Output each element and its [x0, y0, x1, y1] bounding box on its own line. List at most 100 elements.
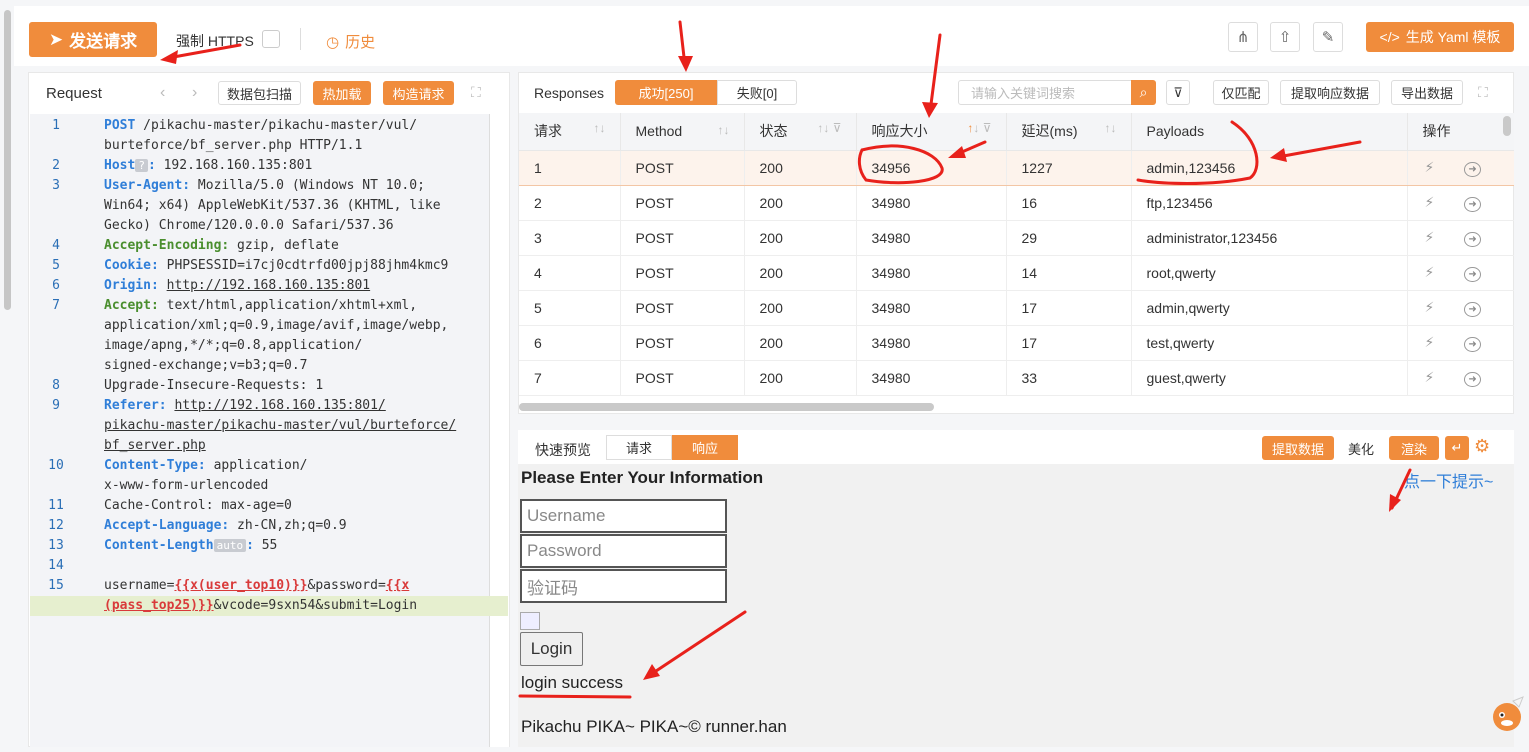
- lightning-icon[interactable]: ⚡: [1425, 229, 1435, 245]
- username-field[interactable]: Username: [520, 499, 727, 533]
- table-row[interactable]: 7 POST 200 34980 33 guest,qwerty ⚡ ➜: [519, 360, 1514, 396]
- code-line[interactable]: 8 Upgrade-Insecure-Requests: 1: [30, 376, 508, 396]
- tab-response[interactable]: 响应: [672, 435, 738, 460]
- table-row[interactable]: 3 POST 200 34980 29 administrator,123456 ⚡ ➜: [519, 220, 1514, 256]
- code-line[interactable]: 3 User-Agent: Mozilla/5.0 (Windows NT 10.…: [30, 176, 508, 196]
- code-line[interactable]: 9 Referer: http://192.168.160.135:801/: [30, 396, 508, 416]
- extract-response-button[interactable]: 提取响应数据: [1280, 80, 1380, 105]
- code-line[interactable]: 10 Content-Type: application/: [30, 456, 508, 476]
- code-token: application/xml;q=0.9,image/avif,image/w…: [104, 318, 449, 333]
- page-scrollbar[interactable]: [4, 10, 11, 310]
- table-row[interactable]: 4 POST 200 34980 14 root,qwerty ⚡ ➜: [519, 255, 1514, 291]
- packet-scan-button[interactable]: 数据包扫描: [218, 81, 301, 105]
- line-number: [30, 356, 82, 376]
- code-line[interactable]: 1 POST /pikachu-master/pikachu-master/vul…: [30, 116, 508, 136]
- code-token: Referer:: [104, 398, 167, 413]
- beautify-button[interactable]: 美化: [1338, 436, 1384, 460]
- code-line[interactable]: Gecko) Chrome/120.0.0.0 Safari/537.36: [30, 216, 508, 236]
- render-button[interactable]: 渲染: [1389, 436, 1439, 460]
- lightning-icon[interactable]: ⚡: [1425, 194, 1435, 210]
- go-icon[interactable]: ➜: [1464, 302, 1481, 317]
- col-delay[interactable]: 延迟(ms) ↑↓: [1006, 113, 1132, 151]
- go-icon[interactable]: ➜: [1464, 162, 1481, 177]
- table-row[interactable]: 6 POST 200 34980 17 test,qwerty ⚡ ➜: [519, 325, 1514, 361]
- code-line[interactable]: 13 Content-Length auto: 55: [30, 536, 508, 556]
- code-line[interactable]: 14: [30, 556, 508, 576]
- edit-icon[interactable]: ✎: [1313, 22, 1343, 52]
- expand-icon[interactable]: ⛶: [1478, 84, 1488, 101]
- hot-load-button[interactable]: 热加载: [313, 81, 371, 105]
- line-content: Gecko) Chrome/120.0.0.0 Safari/537.36: [82, 216, 508, 236]
- code-line[interactable]: 2 Host?: 192.168.160.135:801: [30, 156, 508, 176]
- line-number: 9: [52, 398, 60, 413]
- expand-icon[interactable]: ⛶: [471, 84, 481, 101]
- code-line[interactable]: 5 Cookie: PHPSESSID=i7cj0cdtrfd00jpj88jhm…: [30, 256, 508, 276]
- col-payloads: Payloads: [1131, 113, 1408, 151]
- lightning-icon[interactable]: ⚡: [1425, 264, 1435, 280]
- vcode-field[interactable]: 验证码: [520, 569, 727, 603]
- code-line[interactable]: 7 Accept: text/html,application/xhtml+xml…: [30, 296, 508, 316]
- code-line[interactable]: Win64; x64) AppleWebKit/537.36 (KHTML, l…: [30, 196, 508, 216]
- go-icon[interactable]: ➜: [1464, 337, 1481, 352]
- go-icon[interactable]: ➜: [1464, 232, 1481, 247]
- code-line[interactable]: x-www-form-urlencoded: [30, 476, 508, 496]
- history-button[interactable]: ◷ 历史: [326, 31, 375, 52]
- col-size[interactable]: 响应大小 ↑↓ ⊽: [856, 113, 1007, 151]
- lightning-icon[interactable]: ⚡: [1425, 369, 1435, 385]
- wrap-icon[interactable]: ↵: [1445, 436, 1469, 460]
- line-number: [30, 196, 82, 216]
- table-row[interactable]: 1 POST 200 34956 1227 admin,123456 ⚡ ➜: [519, 149, 1514, 186]
- request-code[interactable]: 1 POST /pikachu-master/pikachu-master/vul…: [30, 116, 508, 616]
- go-icon[interactable]: ➜: [1464, 372, 1481, 387]
- filter-icon[interactable]: ⊽: [1166, 80, 1190, 105]
- go-icon[interactable]: ➜: [1464, 267, 1481, 282]
- cell-actions: ⚡ ➜: [1407, 325, 1514, 361]
- go-icon[interactable]: ➜: [1464, 197, 1481, 212]
- gear-icon[interactable]: ⚙: [1474, 436, 1490, 457]
- code-line[interactable]: pikachu-master/pikachu-master/vul/burtef…: [30, 416, 508, 436]
- force-https-checkbox[interactable]: [262, 30, 280, 48]
- export-data-button[interactable]: 导出数据: [1391, 80, 1463, 105]
- table-vertical-scrollbar[interactable]: [1503, 116, 1511, 136]
- code-line[interactable]: (pass_top25)}}&vcode=9sxn54&submit=Login: [30, 596, 508, 616]
- search-input[interactable]: 请输入关键词搜索: [958, 80, 1132, 105]
- tab-success[interactable]: 成功[250]: [615, 80, 717, 105]
- send-request-button[interactable]: ➤ 发送请求: [29, 22, 157, 57]
- code-line[interactable]: 12 Accept-Language: zh-CN,zh;q=0.9: [30, 516, 508, 536]
- lightning-icon[interactable]: ⚡: [1425, 159, 1435, 175]
- code-line[interactable]: image/apng,*/*;q=0.8,application/: [30, 336, 508, 356]
- build-request-button[interactable]: 构造请求: [383, 81, 454, 105]
- code-line[interactable]: 4 Accept-Encoding: gzip, deflate: [30, 236, 508, 256]
- lightning-icon[interactable]: ⚡: [1425, 334, 1435, 350]
- col-request[interactable]: 请求 ↑↓: [519, 113, 621, 151]
- code-line[interactable]: 11 Cache-Control: max-age=0: [30, 496, 508, 516]
- tab-fail[interactable]: 失败[0]: [717, 80, 797, 105]
- line-number: [30, 336, 82, 356]
- code-line[interactable]: bf_server.php: [30, 436, 508, 456]
- code-line[interactable]: signed-exchange;v=b3;q=0.7: [30, 356, 508, 376]
- tab-request[interactable]: 请求: [606, 435, 672, 460]
- generate-yaml-button[interactable]: </> 生成 Yaml 模板: [1366, 22, 1514, 52]
- search-icon[interactable]: ⌕: [1131, 80, 1156, 105]
- upload-icon[interactable]: ⇧: [1270, 22, 1300, 52]
- password-field[interactable]: Password: [520, 534, 727, 568]
- code-line[interactable]: application/xml;q=0.9,image/avif,image/w…: [30, 316, 508, 336]
- extract-data-button[interactable]: 提取数据: [1262, 436, 1334, 460]
- col-method[interactable]: Method ↑↓: [620, 113, 745, 151]
- code-line[interactable]: 15 username={{x(user_top10)}}&password={{…: [30, 576, 508, 596]
- login-button[interactable]: Login: [520, 632, 583, 666]
- code-line[interactable]: burteforce/bf_server.php HTTP/1.1: [30, 136, 508, 156]
- cell-request: 4: [519, 255, 621, 291]
- table-horizontal-scrollbar[interactable]: [519, 403, 934, 411]
- chevron-left-icon[interactable]: ‹: [160, 84, 165, 102]
- table-row[interactable]: 2 POST 200 34980 16 ftp,123456 ⚡ ➜: [519, 185, 1514, 221]
- only-match-button[interactable]: 仅匹配: [1213, 80, 1269, 105]
- code-token: burteforce/bf_server.php HTTP/1.1: [104, 138, 363, 153]
- lightning-icon[interactable]: ⚡: [1425, 299, 1435, 315]
- code-line[interactable]: 6 Origin: http://192.168.160.135:801: [30, 276, 508, 296]
- chevron-right-icon[interactable]: ›: [192, 84, 197, 102]
- col-status[interactable]: 状态 ↑↓ ⊽: [744, 113, 857, 151]
- share-icon[interactable]: ⋔: [1228, 22, 1258, 52]
- table-row[interactable]: 5 POST 200 34980 17 admin,qwerty ⚡ ➜: [519, 290, 1514, 326]
- hint-link[interactable]: 点一下提示~: [1404, 468, 1493, 492]
